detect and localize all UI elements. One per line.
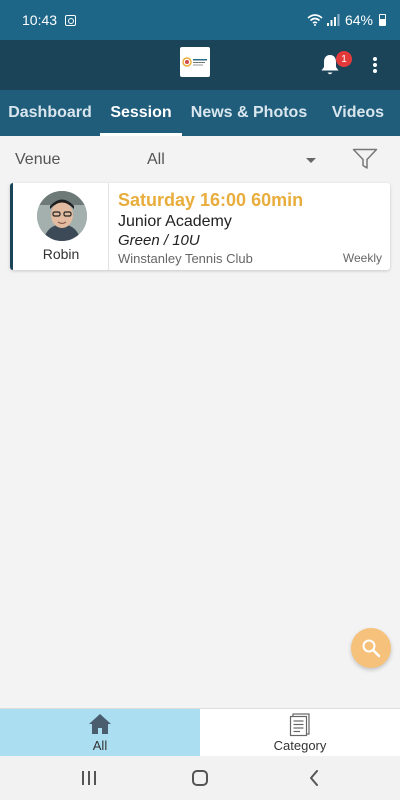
app-header: 1: [0, 40, 400, 90]
venue-label: Venue: [15, 151, 61, 168]
venue-select[interactable]: All: [147, 151, 165, 169]
session-time: Saturday 16:00 60min: [118, 190, 304, 210]
coach-name: Robin: [42, 246, 80, 262]
home-icon: [89, 714, 111, 734]
search-icon: [362, 639, 381, 658]
session-program: Junior Academy: [118, 213, 232, 230]
status-indicators: 64%: [307, 12, 386, 28]
bottom-nav-category[interactable]: Category: [200, 709, 400, 757]
system-nav-bar: [0, 756, 400, 800]
session-venue: Winstanley Tennis Club: [118, 251, 253, 266]
notification-status-icon: [65, 14, 77, 26]
club-logo-icon[interactable]: [180, 47, 210, 77]
session-level: Green / 10U: [118, 232, 200, 249]
filter-icon[interactable]: [352, 148, 378, 170]
dropdown-arrow-icon[interactable]: [306, 158, 316, 163]
bottom-nav: All Category: [0, 708, 400, 757]
tab-news-photos[interactable]: News & Photos: [182, 90, 316, 136]
more-options-icon[interactable]: [368, 54, 382, 76]
tab-bar: Dashboard Session News & Photos Videos: [0, 90, 400, 136]
battery-percent: 64%: [344, 12, 373, 28]
recents-icon[interactable]: [82, 771, 96, 785]
notification-badge: 1: [336, 51, 352, 67]
tab-videos[interactable]: Videos: [316, 90, 400, 136]
bottom-nav-all[interactable]: All: [0, 709, 200, 757]
signal-icon: [326, 14, 340, 26]
venue-filter-row: Venue All: [0, 140, 400, 180]
session-frequency: Weekly: [342, 251, 382, 265]
list-icon: [289, 713, 310, 737]
coach-avatar: [37, 191, 87, 241]
coach-section: Robin: [13, 183, 109, 270]
battery-icon: [379, 14, 386, 26]
status-time: 10:43: [22, 12, 58, 28]
back-icon[interactable]: [309, 770, 319, 786]
bottom-nav-all-label: All: [92, 738, 108, 753]
home-button-icon[interactable]: [192, 770, 208, 786]
session-card[interactable]: Robin Saturday 16:00 60min Junior Academ…: [10, 183, 390, 270]
search-fab-button[interactable]: [351, 628, 391, 668]
tab-dashboard[interactable]: Dashboard: [0, 90, 100, 136]
status-bar: 10:43 64%: [0, 0, 400, 40]
tab-session[interactable]: Session: [100, 90, 182, 136]
wifi-icon: [307, 14, 323, 26]
bottom-nav-category-label: Category: [273, 738, 327, 753]
